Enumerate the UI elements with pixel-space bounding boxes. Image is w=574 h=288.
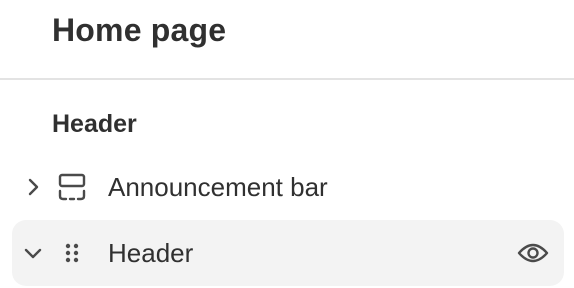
eye-icon[interactable] bbox=[516, 236, 550, 270]
section-row-label: Announcement bar bbox=[108, 172, 328, 202]
drag-handle-icon[interactable] bbox=[56, 237, 88, 269]
section-row-label: Header bbox=[108, 238, 194, 268]
page-title: Home page bbox=[52, 12, 227, 48]
group-heading-header: Header bbox=[52, 110, 137, 138]
chevron-down-icon[interactable] bbox=[22, 242, 44, 264]
chevron-right-icon[interactable] bbox=[22, 176, 44, 198]
divider bbox=[0, 78, 574, 80]
section-row-header[interactable]: Header bbox=[12, 220, 564, 286]
section-panel: Home page Header Announcement bar Header bbox=[0, 0, 574, 288]
section-row-announcement-bar[interactable]: Announcement bar bbox=[12, 154, 564, 220]
section-block-icon bbox=[56, 171, 88, 203]
